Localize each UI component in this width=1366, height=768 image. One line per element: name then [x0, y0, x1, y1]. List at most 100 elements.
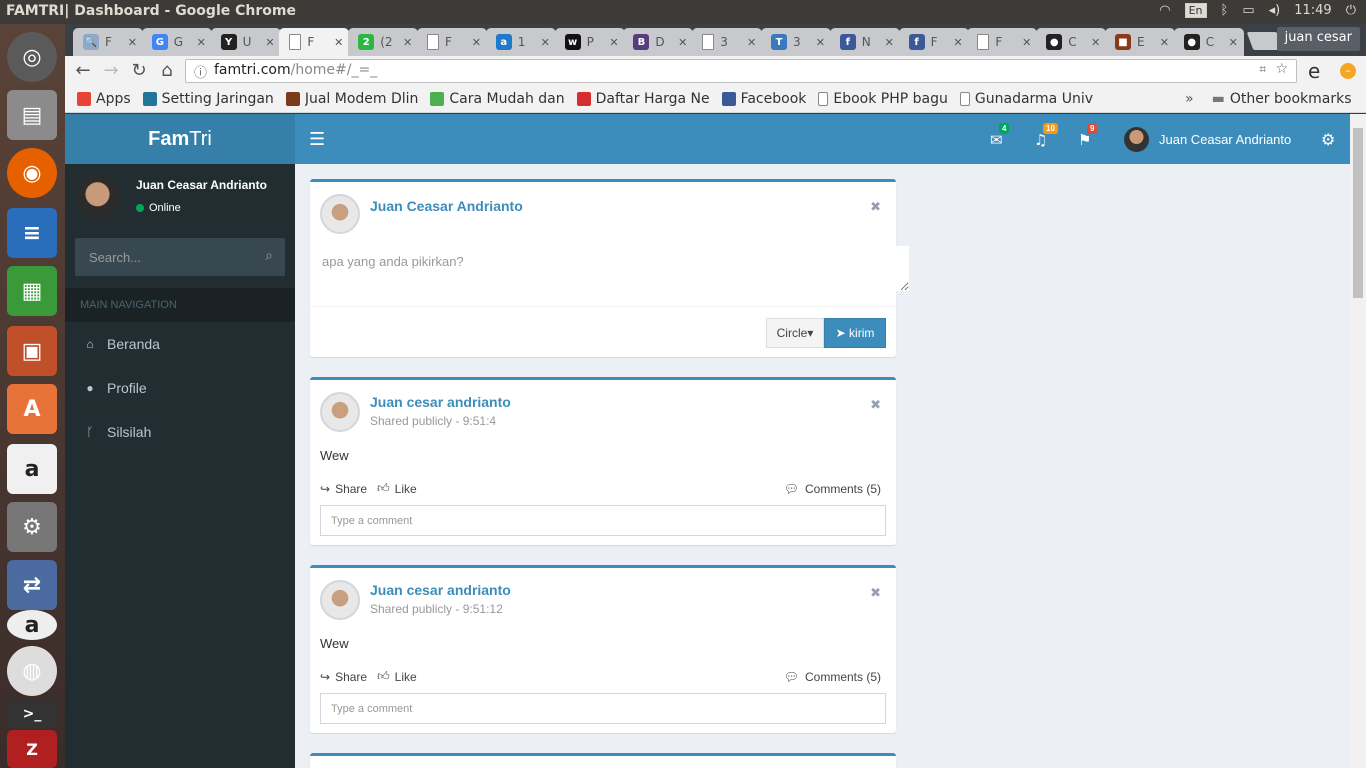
browser-tab[interactable]: 🔍 F ✕	[73, 28, 143, 56]
tab-close-icon[interactable]: ✕	[472, 36, 481, 49]
composer-user-name[interactable]: Juan Ceasar Andrianto	[370, 198, 523, 214]
firefox-icon[interactable]: ◉	[7, 148, 57, 198]
tab-close-icon[interactable]: ✕	[334, 36, 343, 49]
post-textarea[interactable]	[310, 246, 909, 291]
terminal-icon[interactable]: >_	[7, 700, 57, 728]
address-bar[interactable]: ⓘ famtri.com/home#/_=_ ⌗ ☆	[185, 59, 1297, 83]
amazon-icon[interactable]: a	[7, 444, 57, 494]
page-scrollbar[interactable]	[1350, 114, 1366, 768]
app-logo[interactable]: FamTri	[65, 114, 295, 164]
browser-tab[interactable]: ● C ✕	[1036, 28, 1107, 56]
like-button[interactable]: 👍︎ Like	[377, 481, 417, 496]
tab-close-icon[interactable]: ✕	[403, 36, 412, 49]
control-sidebar-gears-icon[interactable]: ⚙	[1321, 130, 1335, 149]
bookmark-item[interactable]: Ebook PHP bagu	[818, 91, 948, 107]
bookmark-item[interactable]: Setting Jaringan	[142, 91, 274, 107]
share-button[interactable]: ↪ Share	[320, 481, 367, 496]
tab-close-icon[interactable]: ✕	[953, 36, 962, 49]
tab-close-icon[interactable]: ✕	[541, 36, 550, 49]
browser-tab[interactable]: B D ✕	[623, 28, 694, 56]
bookmark-item[interactable]: Facebook	[721, 91, 806, 107]
home-icon[interactable]: ⌂	[156, 60, 178, 82]
tab-close-icon[interactable]: ✕	[1160, 36, 1169, 49]
a-app-icon[interactable]: a	[7, 610, 57, 640]
software-center-icon[interactable]: A	[7, 384, 57, 434]
tab-close-icon[interactable]: ✕	[1091, 36, 1100, 49]
network-icon[interactable]: ⇄	[7, 560, 57, 610]
menu-badge-icon[interactable]: –	[1340, 63, 1356, 79]
clock[interactable]: 11:49	[1294, 3, 1331, 18]
notifications-icon[interactable]: ♫ 10	[1034, 123, 1058, 149]
bookmark-item[interactable]: Cara Mudah dan	[430, 91, 565, 107]
star-icon[interactable]: ☆	[1275, 61, 1288, 77]
browser-tab[interactable]: 2 (2 ✕	[348, 28, 419, 56]
chrome-icon[interactable]: ◍	[7, 646, 57, 696]
browser-tab[interactable]: 3 ✕	[692, 28, 763, 56]
sidebar-toggle-icon[interactable]: ☰	[309, 129, 325, 150]
comments-link[interactable]: 💬︎ Comments (5)	[784, 669, 881, 684]
browser-tab[interactable]: F ✕	[967, 28, 1038, 56]
tasks-flag-icon[interactable]: ⚑ 9	[1078, 123, 1098, 149]
filezilla-icon[interactable]: Z	[7, 730, 57, 768]
ubuntu-icon[interactable]: ◎	[7, 32, 57, 82]
reload-icon[interactable]: ↻	[128, 60, 150, 82]
browser-tab[interactable]: ● C ✕	[1173, 28, 1244, 56]
browser-tab[interactable]: Y U ✕	[210, 28, 281, 56]
browser-tab[interactable]: F ✕	[417, 28, 487, 56]
browser-tab[interactable]: w P ✕	[554, 28, 625, 56]
browser-tab[interactable]: T 3 ✕	[761, 28, 831, 56]
messages-icon[interactable]: ✉ 4	[990, 123, 1010, 149]
browser-tab[interactable]: f F ✕	[898, 28, 969, 56]
files-icon[interactable]: ▤	[7, 90, 57, 140]
circle-dropdown-button[interactable]: Circle▾	[766, 318, 824, 348]
send-button[interactable]: ➤ kirim	[824, 318, 886, 348]
share-button[interactable]: ↪ Share	[320, 669, 367, 684]
writer-icon[interactable]: ≡	[7, 208, 57, 258]
comment-input[interactable]	[320, 505, 886, 536]
settings-icon[interactable]: ⚙	[7, 502, 57, 552]
keyboard-indicator[interactable]: En	[1184, 3, 1207, 18]
back-icon[interactable]: ←	[72, 60, 94, 82]
info-icon[interactable]: ⓘ	[194, 62, 207, 81]
post-author[interactable]: Juan cesar andrianto	[370, 394, 511, 410]
search-icon[interactable]: ⌕	[265, 248, 273, 264]
search-input[interactable]	[75, 238, 245, 276]
user-menu[interactable]: Juan Ceasar Andrianto	[1124, 127, 1291, 152]
other-bookmarks[interactable]: ▬ Other bookmarks	[1212, 91, 1352, 107]
tab-close-icon[interactable]: ✕	[1022, 36, 1031, 49]
tab-close-icon[interactable]: ✕	[128, 36, 137, 49]
tab-close-icon[interactable]: ✕	[197, 36, 206, 49]
bookmark-item[interactable]: Apps	[77, 91, 131, 107]
battery-icon[interactable]: ▭	[1242, 3, 1254, 18]
scrollbar-thumb[interactable]	[1353, 128, 1363, 298]
calc-icon[interactable]: ▦	[7, 266, 57, 316]
tab-close-icon[interactable]: ✕	[885, 36, 894, 49]
power-icon[interactable]: ⏻	[1346, 3, 1356, 18]
comments-link[interactable]: 💬︎ Comments (5)	[784, 481, 881, 496]
bookmark-item[interactable]: Jual Modem Dlin	[285, 91, 418, 107]
tab-close-icon[interactable]: ✕	[747, 36, 756, 49]
tab-close-icon[interactable]: ✕	[1229, 36, 1238, 49]
tab-close-icon[interactable]: ✕	[816, 36, 825, 49]
bookmark-item[interactable]: Gunadarma Univ	[959, 91, 1093, 107]
sidebar-item-profile[interactable]: ● Profile	[65, 366, 295, 410]
tab-close-icon[interactable]: ✕	[609, 36, 618, 49]
close-icon[interactable]: ✖	[870, 200, 881, 215]
bookmark-item[interactable]: Daftar Harga Ne	[576, 91, 710, 107]
comment-input[interactable]	[320, 693, 886, 724]
wifi-icon[interactable]: ◠	[1159, 3, 1170, 18]
bluetooth-icon[interactable]: ᛒ	[1221, 3, 1229, 18]
browser-tab[interactable]: G G ✕	[141, 28, 212, 56]
browser-tab[interactable]: f N ✕	[829, 28, 900, 56]
post-author[interactable]: Juan cesar andrianto	[370, 582, 511, 598]
browser-tab[interactable]: F ✕	[279, 28, 350, 56]
like-button[interactable]: 👍︎ Like	[377, 669, 417, 684]
bookmarks-more[interactable]: »	[1185, 91, 1194, 107]
sidebar-item-beranda[interactable]: ⌂ Beranda	[65, 322, 295, 366]
volume-icon[interactable]: ◂)	[1269, 3, 1281, 18]
tab-close-icon[interactable]: ✕	[678, 36, 687, 49]
sidebar-item-silsilah[interactable]: ᚴ Silsilah	[65, 410, 295, 454]
tab-close-icon[interactable]: ✕	[265, 36, 274, 49]
impress-icon[interactable]: ▣	[7, 326, 57, 376]
browser-tab[interactable]: ■ E ✕	[1105, 28, 1175, 56]
